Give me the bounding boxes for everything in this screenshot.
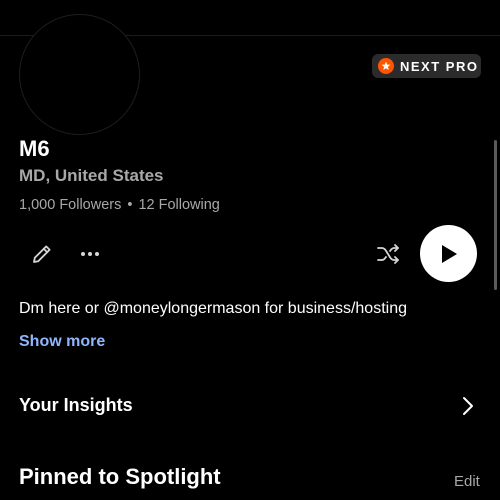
followers-link[interactable]: 1,000 Followers [19,197,121,213]
stats-separator: • [127,197,133,213]
pencil-icon [33,245,51,263]
your-insights-row[interactable]: Your Insights [0,388,500,424]
profile-bio: Dm here or @moneylongermason for busines… [19,300,407,317]
following-link[interactable]: 12 Following [138,197,219,213]
edit-profile-button[interactable] [28,240,56,268]
avatar[interactable] [19,14,140,135]
star-icon [378,58,394,74]
play-icon [441,244,457,263]
shuffle-button[interactable] [374,240,402,268]
show-more-link[interactable]: Show more [19,333,105,351]
pinned-to-spotlight-heading: Pinned to Spotlight [19,464,221,489]
scrollbar[interactable] [494,140,497,290]
insights-label: Your Insights [19,395,133,415]
next-pro-badge[interactable]: NEXT PRO [372,54,481,78]
shuffle-icon [377,244,399,264]
play-button[interactable] [420,225,477,282]
more-options-button[interactable] [76,240,104,268]
badge-label: NEXT PRO [400,58,479,74]
chevron-right-icon [463,397,473,415]
profile-stats: 1,000 Followers • 12 Following [19,197,220,213]
profile-location: MD, United States [19,166,164,185]
pinned-edit-button[interactable]: Edit [454,473,480,490]
profile-name: M6 [19,136,50,161]
more-dots-icon [81,252,99,256]
